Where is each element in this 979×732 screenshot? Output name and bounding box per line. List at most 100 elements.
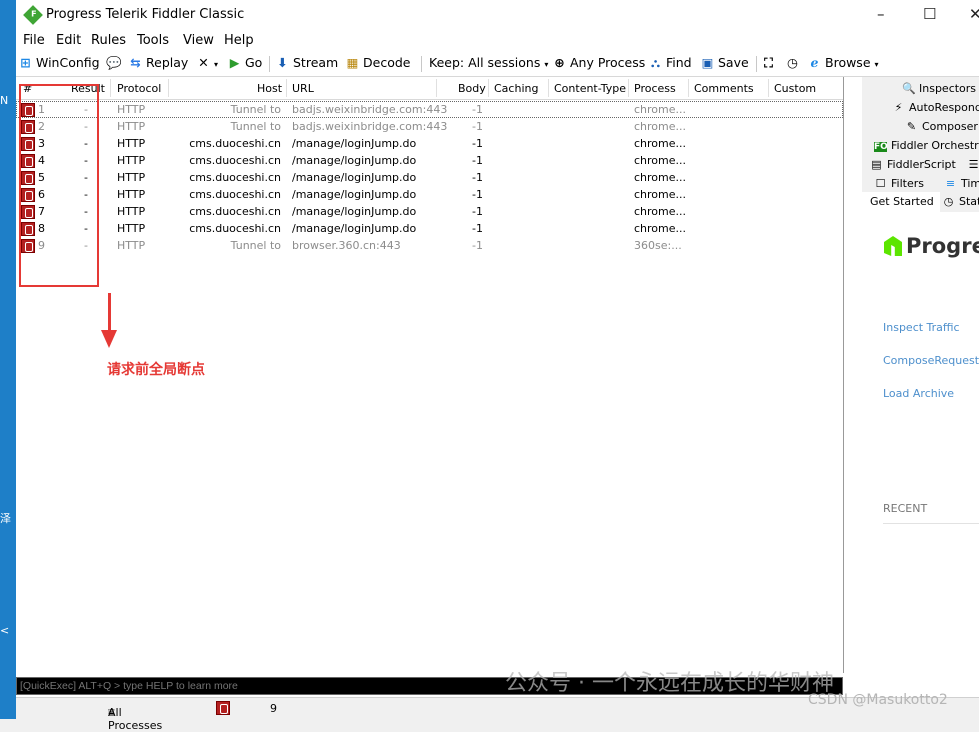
cell-host: cms.duoceshi.cn bbox=[189, 222, 281, 235]
script-icon: ▤ bbox=[871, 158, 882, 171]
menu-file[interactable]: File bbox=[23, 33, 45, 48]
remove-button[interactable]: ✕ ▾ bbox=[196, 55, 218, 70]
any-process-button[interactable]: ⊕ Any Process bbox=[552, 55, 645, 70]
windows-icon: ⊞ bbox=[20, 55, 31, 70]
cell-protocol: HTTP bbox=[117, 222, 146, 235]
divider bbox=[883, 523, 979, 524]
recent-heading: RECENT bbox=[883, 502, 928, 515]
comment-button[interactable]: 💬 bbox=[106, 55, 124, 71]
column-header-url[interactable]: URL bbox=[292, 82, 314, 95]
menu-rules[interactable]: Rules bbox=[91, 33, 126, 48]
replay-button[interactable]: ⇆ Replay bbox=[128, 55, 188, 70]
toolbar-separator bbox=[421, 56, 422, 72]
timer-button[interactable]: ◷ bbox=[785, 55, 803, 70]
stream-button[interactable]: ⬇ Stream bbox=[275, 55, 338, 70]
column-header-process[interactable]: Process bbox=[634, 82, 676, 95]
column-header-protocol[interactable]: Protocol bbox=[117, 82, 161, 95]
column-header-content-type[interactable]: Content-Type bbox=[554, 82, 626, 95]
decode-icon: ▦ bbox=[346, 55, 359, 70]
tab-fiddlerscript[interactable]: ▤ FiddlerScript bbox=[870, 158, 956, 171]
fo-icon: FO bbox=[874, 142, 888, 152]
load-archive-link[interactable]: Load Archive bbox=[883, 387, 954, 400]
session-row[interactable]: 6- HTTP cms.duoceshi.cn/manage/loginJump.d… bbox=[16, 186, 843, 203]
column-header-host[interactable]: Host bbox=[257, 82, 282, 95]
cell-host: cms.duoceshi.cn bbox=[189, 171, 281, 184]
cell-protocol: HTTP bbox=[117, 120, 146, 133]
column-header-custom[interactable]: Custom bbox=[774, 82, 816, 95]
menu-help[interactable]: Help bbox=[224, 33, 254, 48]
compose-request-link[interactable]: ComposeRequest bbox=[883, 354, 979, 367]
menu-view[interactable]: View bbox=[183, 33, 214, 48]
minimize-button[interactable]: – bbox=[877, 5, 885, 23]
inspect-traffic-link[interactable]: Inspect Traffic bbox=[883, 321, 960, 334]
tab-statistics[interactable]: ◷Statist bbox=[942, 195, 979, 208]
cell-protocol: HTTP bbox=[117, 188, 146, 201]
play-icon: ▶ bbox=[229, 55, 240, 70]
annotation-arrow bbox=[108, 293, 111, 331]
session-row[interactable]: 8- HTTP cms.duoceshi.cn/manage/loginJump.d… bbox=[16, 220, 843, 237]
cell-url: /manage/loginJump.do bbox=[292, 188, 417, 201]
lightning-icon: ⚡ bbox=[894, 101, 903, 114]
breakpoint-status-icon[interactable] bbox=[216, 701, 230, 718]
tab-autoresponder[interactable]: ⚡AutoResponder bbox=[892, 101, 979, 114]
cell-process: chrome... bbox=[634, 171, 687, 184]
tab-orchestra[interactable]: FOFiddler Orchestra Be bbox=[874, 139, 979, 152]
right-panel: 🔍Inspectors ⚡AutoResponder ✎Composer FOF… bbox=[862, 77, 979, 673]
camera-icon: ⛶ bbox=[764, 55, 773, 70]
tab-log[interactable]: ☰Lo bbox=[967, 158, 979, 171]
cell-host: cms.duoceshi.cn bbox=[189, 154, 281, 167]
checkbox-icon: ☐ bbox=[875, 177, 886, 190]
session-row[interactable]: 4- HTTP cms.duoceshi.cn/manage/loginJump.d… bbox=[16, 152, 843, 169]
chevron-down-icon: ▾ bbox=[874, 60, 879, 69]
browse-button[interactable]: ℯ Browse ▾ bbox=[807, 55, 879, 70]
maximize-button[interactable]: ☐ bbox=[923, 5, 936, 23]
inspectors-icon: 🔍 bbox=[902, 82, 916, 95]
sessions-header: # Result Protocol Host URL Body Caching … bbox=[16, 77, 843, 100]
tab-filters[interactable]: ☐ Filters bbox=[874, 177, 924, 190]
column-header-caching[interactable]: Caching bbox=[494, 82, 538, 95]
go-button[interactable]: ▶ Go bbox=[227, 55, 263, 70]
cell-body: -1 bbox=[472, 239, 483, 252]
close-button[interactable]: ✕ bbox=[969, 5, 979, 23]
session-row[interactable]: 2- HTTP Tunnel to badjs.weixinbridge.com:44… bbox=[16, 118, 843, 135]
cell-body: -1 bbox=[472, 103, 483, 116]
find-button[interactable]: ⛬ Find bbox=[648, 55, 692, 71]
cell-url: /manage/loginJump.do bbox=[292, 205, 417, 218]
tab-get-started[interactable]: Get Started bbox=[870, 195, 934, 208]
tab-composer[interactable]: ✎ Composer bbox=[905, 120, 978, 133]
browser-icon: ℯ bbox=[810, 55, 819, 70]
session-row[interactable]: 7- HTTP cms.duoceshi.cn/manage/loginJump.d… bbox=[16, 203, 843, 220]
cell-host: Tunnel to bbox=[230, 103, 281, 116]
cell-host: cms.duoceshi.cn bbox=[189, 205, 281, 218]
cell-url: badjs.weixinbridge.com:443 bbox=[292, 120, 448, 133]
screenshot-button[interactable]: ⛶ bbox=[761, 55, 779, 71]
column-header-body[interactable]: Body bbox=[458, 82, 486, 95]
decode-button[interactable]: ▦ Decode bbox=[345, 55, 411, 70]
cell-protocol: HTTP bbox=[117, 171, 146, 184]
cell-protocol: HTTP bbox=[117, 137, 146, 150]
tab-timeline[interactable]: ≡Timelin bbox=[944, 177, 979, 190]
annotation-label: 请求前全局断点 bbox=[107, 362, 205, 378]
session-row[interactable]: 1- HTTP Tunnel to badjs.weixinbridge.com:44… bbox=[16, 101, 843, 118]
session-row[interactable]: 3- HTTP cms.duoceshi.cn/manage/loginJump.d… bbox=[16, 135, 843, 152]
tab-inspectors[interactable]: 🔍 Inspectors bbox=[902, 82, 976, 95]
winconfig-button[interactable]: ⊞ WinConfig bbox=[18, 55, 99, 70]
cell-host: Tunnel to bbox=[230, 239, 281, 252]
title-bar: F Progress Telerik Fiddler Classic – ☐ ✕ bbox=[16, 0, 979, 30]
progress-logo-icon bbox=[884, 236, 902, 256]
keep-sessions-dropdown[interactable]: Keep: All sessions ▾ bbox=[429, 55, 548, 70]
menu-edit[interactable]: Edit bbox=[56, 33, 81, 48]
cell-body: -1 bbox=[472, 137, 483, 150]
save-icon: ▣ bbox=[701, 55, 714, 70]
save-button[interactable]: ▣ Save bbox=[700, 55, 749, 70]
cell-host: cms.duoceshi.cn bbox=[189, 188, 281, 201]
menu-tools[interactable]: Tools bbox=[137, 33, 169, 48]
session-row[interactable]: 5- HTTP cms.duoceshi.cn/manage/loginJump.d… bbox=[16, 169, 843, 186]
annotation-box bbox=[19, 84, 99, 287]
progress-logo: Progress bbox=[884, 234, 979, 258]
crosshair-icon: ⊕ bbox=[554, 55, 565, 70]
session-row[interactable]: 9- HTTP Tunnel to browser.360.cn:443 -1 360se… bbox=[16, 237, 843, 254]
wechat-watermark: 公众号 · 一个永远在成长的华财神 bbox=[505, 671, 834, 696]
toolbar: ⊞ WinConfig 💬 ⇆ Replay ✕ ▾ ▶ Go ⬇ Stream ▦ Dec… bbox=[16, 52, 979, 77]
column-header-comments[interactable]: Comments bbox=[694, 82, 754, 95]
